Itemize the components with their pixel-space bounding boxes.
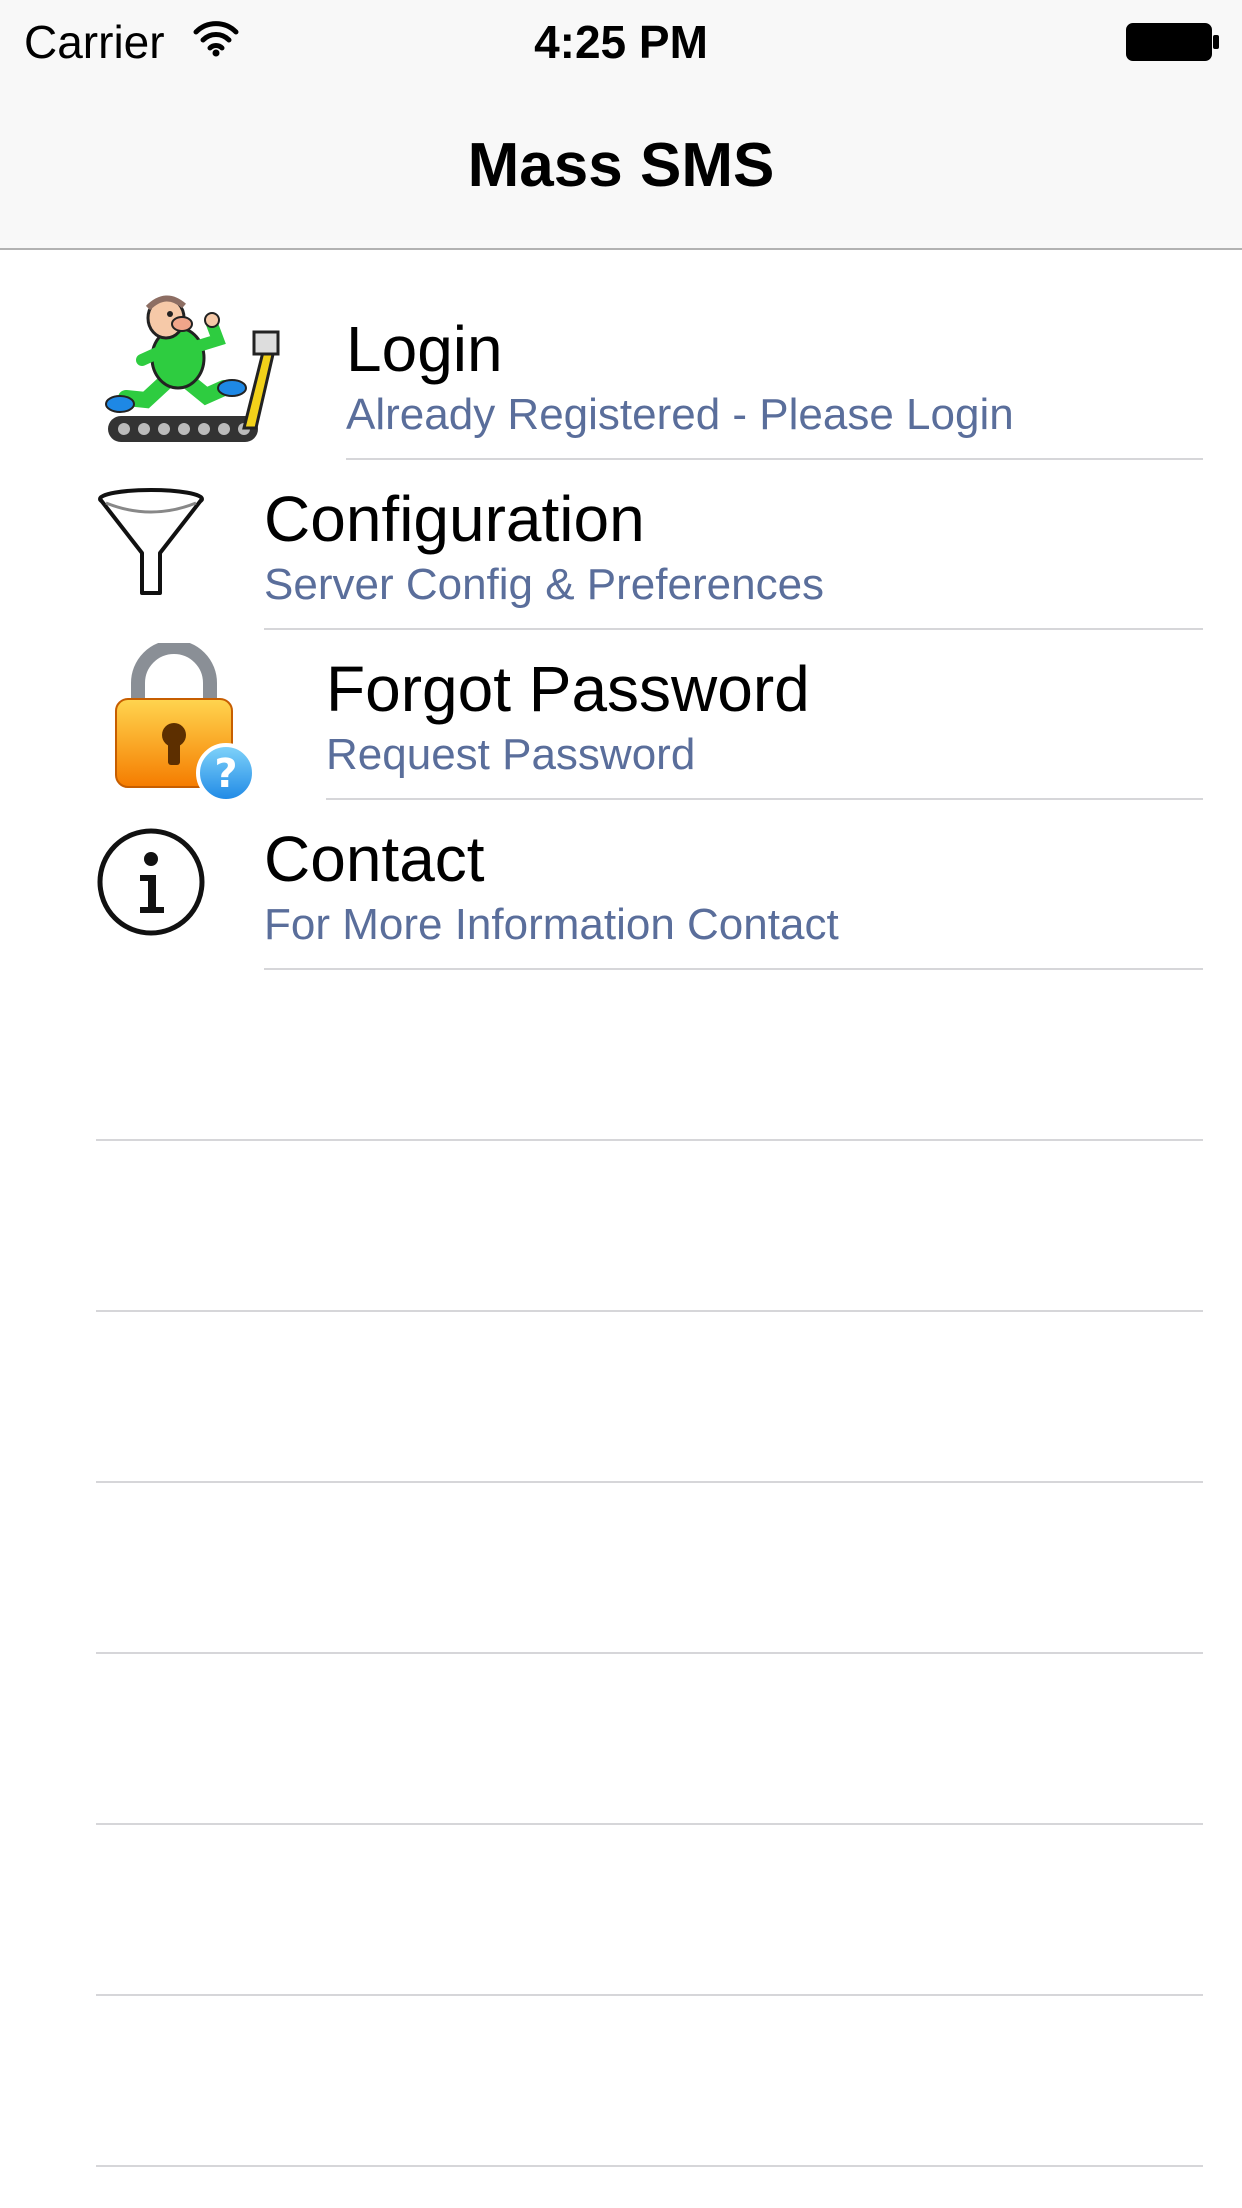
menu-item-subtitle: Server Config & Preferences [264, 560, 825, 609]
svg-text:?: ? [214, 751, 237, 797]
menu-item-title: Login [346, 313, 503, 385]
empty-row-separator [96, 1823, 1203, 1825]
menu-item-forgot-password[interactable]: ? Forgot Password Request Password [0, 629, 1242, 803]
page-title: Mass SMS [467, 131, 775, 200]
menu-item-contact[interactable]: Contact For More Information Contact [0, 799, 1242, 970]
status-bar: Carrier 4:25 PM [0, 0, 1242, 84]
menu-item-title: Configuration [264, 483, 645, 555]
battery-icon [1126, 23, 1219, 61]
status-time: 4:25 PM [534, 16, 708, 68]
empty-row-separator [96, 1310, 1203, 1312]
padlock-question-icon: ? [115, 643, 256, 803]
empty-row-separator [96, 1652, 1203, 1654]
menu-item-login[interactable]: Login Already Registered - Please Login [0, 250, 1242, 442]
empty-row-separator [96, 1139, 1203, 1141]
empty-row-separator [96, 1994, 1203, 1996]
menu-item-title: Contact [264, 823, 485, 895]
info-icon [97, 828, 205, 936]
menu-item-configuration[interactable]: Configuration Server Config & Preference… [0, 459, 1242, 630]
funnel-icon [98, 488, 204, 595]
menu-item-title: Forgot Password [326, 653, 810, 725]
menu-item-subtitle: Already Registered - Please Login [346, 390, 1014, 439]
navigation-bar: Mass SMS [0, 84, 1242, 250]
menu-item-subtitle: Request Password [326, 730, 696, 779]
empty-row-separator [96, 1481, 1203, 1483]
row-separator [264, 968, 1203, 970]
runner-treadmill-icon [105, 295, 280, 442]
menu-item-subtitle: For More Information Contact [264, 900, 839, 949]
empty-row-separator [96, 2165, 1203, 2167]
menu-table: Login Already Registered - Please Login … [0, 250, 1242, 2208]
